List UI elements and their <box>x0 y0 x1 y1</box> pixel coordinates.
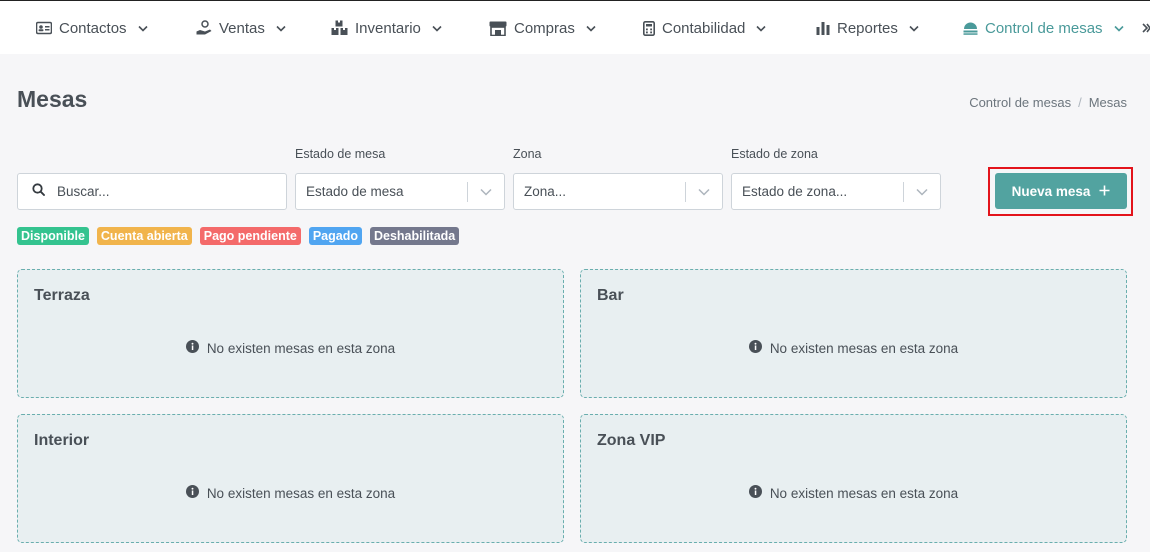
bar-chart-icon <box>816 21 830 35</box>
zone-card-zona-vip: Zona VIP No existen mesas en esta zona <box>580 414 1127 543</box>
search-icon <box>32 182 45 201</box>
zone-title: Interior <box>34 432 90 449</box>
zone-card-terraza: Terraza No existen mesas en esta zona <box>17 269 564 398</box>
info-icon <box>748 340 762 356</box>
search-input[interactable] <box>57 184 257 199</box>
zone-card-bar: Bar No existen mesas en esta zona <box>580 269 1127 398</box>
new-table-button-label: Nueva mesa <box>1011 183 1091 199</box>
nav-item-control-de-mesas[interactable]: Control de mesas <box>963 1 1124 55</box>
boxes-icon <box>331 20 348 36</box>
nav-label: Compras <box>514 19 575 37</box>
chevron-down-icon <box>432 25 442 32</box>
chevron-down-icon <box>137 25 148 32</box>
nav-label: Reportes <box>837 19 898 37</box>
nav-item-compras[interactable]: Compras <box>489 1 596 55</box>
estado-zona-select-value: Estado de zona... <box>742 184 848 199</box>
zone-empty-text: No existen mesas en esta zona <box>769 485 959 501</box>
status-badge-pagado: Pagado <box>308 227 362 245</box>
status-badge-disponible: Disponible <box>17 227 89 245</box>
nav-label: Inventario <box>355 19 421 37</box>
zone-empty-message: No existen mesas en esta zona <box>18 340 563 356</box>
zone-empty-text: No existen mesas en esta zona <box>206 485 396 501</box>
nav-item-contactos[interactable]: Contactos <box>36 1 148 55</box>
status-legend: Disponible Cuenta abierta Pago pendiente… <box>17 227 460 245</box>
zone-title: Zona VIP <box>597 432 666 449</box>
zone-empty-text: No existen mesas en esta zona <box>206 340 396 356</box>
zone-title: Terraza <box>34 287 90 304</box>
chevron-down-icon <box>586 25 596 32</box>
chevron-down-icon <box>276 25 286 32</box>
dish-icon <box>963 21 978 35</box>
search-box <box>17 173 287 210</box>
chevron-down-icon[interactable] <box>468 188 504 196</box>
estado-mesa-select-value: Estado de mesa <box>306 184 404 199</box>
hand-money-icon <box>196 20 212 36</box>
status-badge-cuenta-abierta: Cuenta abierta <box>96 227 192 245</box>
zone-empty-message: No existen mesas en esta zona <box>581 340 1126 356</box>
nav-label: Contactos <box>59 19 127 37</box>
status-badge-pago-pendiente: Pago pendiente <box>199 227 301 245</box>
status-badge-deshabilitada: Deshabilitada <box>369 227 460 245</box>
nav-label: Ventas <box>219 19 265 37</box>
nav-label: Contabilidad <box>662 19 746 37</box>
estado-zona-label: Estado de zona <box>731 147 818 161</box>
chevron-down-icon <box>1113 25 1124 32</box>
zone-title: Bar <box>597 287 624 304</box>
zone-card-interior: Interior No existen mesas en esta zona <box>17 414 564 543</box>
zona-select-value: Zona... <box>524 184 567 199</box>
zone-empty-message: No existen mesas en esta zona <box>18 485 563 501</box>
zona-label: Zona <box>513 147 542 161</box>
top-navigation: Contactos Ventas Inventario Compras Cont… <box>0 0 1150 54</box>
breadcrumb-item-mesas: Mesas <box>1088 95 1127 110</box>
chevron-down-icon[interactable] <box>904 188 940 196</box>
zone-empty-message: No existen mesas en esta zona <box>581 485 1126 501</box>
contact-card-icon <box>36 21 52 35</box>
plus-icon <box>1099 184 1110 199</box>
chevron-right-icon <box>1142 20 1150 36</box>
store-icon <box>489 21 507 36</box>
breadcrumb-separator: / <box>1078 95 1082 110</box>
chevron-down-icon <box>909 25 919 32</box>
new-table-button[interactable]: Nueva mesa <box>995 173 1127 209</box>
info-icon <box>185 340 199 356</box>
info-icon <box>185 485 199 501</box>
nav-scroll-right[interactable] <box>1142 1 1150 55</box>
nav-item-reportes[interactable]: Reportes <box>816 1 919 55</box>
nav-label: Control de mesas <box>985 19 1103 37</box>
nav-item-inventario[interactable]: Inventario <box>331 1 442 55</box>
calculator-icon <box>643 20 655 36</box>
page-title: Mesas <box>17 86 88 112</box>
breadcrumb-item-control-de-mesas[interactable]: Control de mesas <box>969 95 1071 110</box>
nav-item-contabilidad[interactable]: Contabilidad <box>643 1 766 55</box>
chevron-down-icon <box>756 25 766 32</box>
estado-mesa-label: Estado de mesa <box>295 147 386 161</box>
breadcrumb: Control de mesas / Mesas <box>969 95 1127 110</box>
zona-select[interactable]: Zona... <box>513 173 723 210</box>
estado-zona-select[interactable]: Estado de zona... <box>731 173 941 210</box>
info-icon <box>748 485 762 501</box>
nav-item-ventas[interactable]: Ventas <box>196 1 286 55</box>
estado-mesa-select[interactable]: Estado de mesa <box>295 173 505 210</box>
zone-empty-text: No existen mesas en esta zona <box>769 340 959 356</box>
chevron-down-icon[interactable] <box>686 188 722 196</box>
